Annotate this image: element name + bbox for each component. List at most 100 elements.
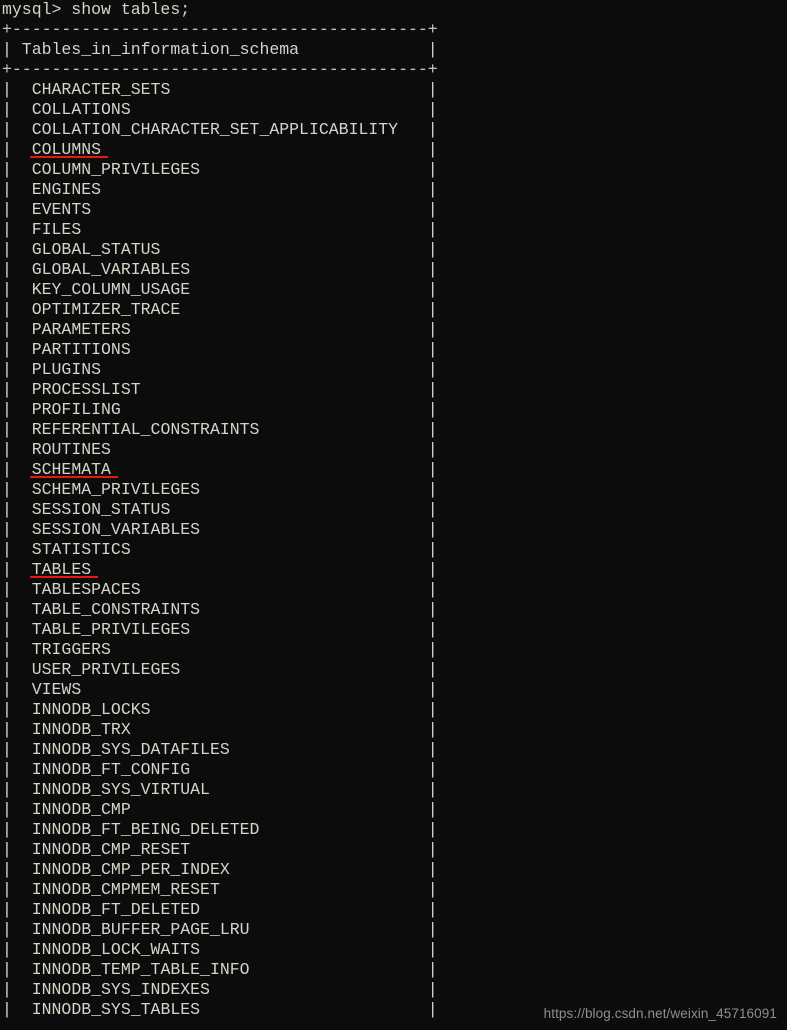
row-table-name: TABLE_PRIVILEGES xyxy=(31,620,191,639)
row-cell: INNODB_FT_BEING_DELETED xyxy=(32,820,260,839)
row-cell: PROFILING xyxy=(32,400,121,419)
table-row: | TABLESPACES | xyxy=(0,580,787,600)
row-right-border: | xyxy=(190,760,438,779)
row-right-border: | xyxy=(229,860,438,879)
table-row: | INNODB_FT_CONFIG | xyxy=(0,760,787,780)
row-left-border: | xyxy=(2,740,32,759)
table-row: | COLLATION_CHARACTER_SET_APPLICABILITY … xyxy=(0,120,787,140)
row-table-name: INNODB_CMPMEM_RESET xyxy=(31,880,220,899)
row-table-name: COLLATION_CHARACTER_SET_APPLICABILITY xyxy=(31,120,399,139)
row-table-name: INNODB_SYS_TABLES xyxy=(31,1000,201,1019)
row-left-border: | xyxy=(2,940,32,959)
row-table-name: INNODB_LOCKS xyxy=(31,700,151,719)
row-right-border: | xyxy=(200,900,438,919)
row-cell: GLOBAL_VARIABLES xyxy=(32,260,190,279)
row-table-name: GLOBAL_VARIABLES xyxy=(31,260,191,279)
red-underline-annotation xyxy=(29,156,109,158)
row-table-name: TABLESPACES xyxy=(31,580,141,599)
row-left-border: | xyxy=(2,400,32,419)
red-underline-annotation xyxy=(29,476,118,478)
table-row: | ENGINES | xyxy=(0,180,787,200)
table-row: | OPTIMIZER_TRACE | xyxy=(0,300,787,320)
row-right-border: | xyxy=(130,320,438,339)
row-left-border: | xyxy=(2,280,32,299)
row-right-border: | xyxy=(130,720,438,739)
row-left-border: | xyxy=(2,620,32,639)
row-table-name: INNODB_LOCK_WAITS xyxy=(31,940,201,959)
row-left-border: | xyxy=(2,960,32,979)
row-left-border: | xyxy=(2,380,32,399)
row-right-border: | xyxy=(91,560,438,579)
row-left-border: | xyxy=(2,860,32,879)
row-right-border: | xyxy=(249,960,438,979)
row-left-border: | xyxy=(2,300,32,319)
row-table-name: SESSION_VARIABLES xyxy=(31,520,201,539)
row-table-name: ENGINES xyxy=(31,180,102,199)
row-cell: PARTITIONS xyxy=(32,340,131,359)
row-table-name: INNODB_FT_DELETED xyxy=(31,900,201,919)
row-cell: TABLE_PRIVILEGES xyxy=(32,620,190,639)
row-cell: COLLATIONS xyxy=(32,100,131,119)
row-table-name: OPTIMIZER_TRACE xyxy=(31,300,181,319)
row-right-border: | xyxy=(130,540,438,559)
table-row: | PROCESSLIST | xyxy=(0,380,787,400)
row-left-border: | xyxy=(2,660,32,679)
row-table-name: PARAMETERS xyxy=(31,320,131,339)
row-right-border: | xyxy=(200,160,438,179)
row-cell: INNODB_SYS_VIRTUAL xyxy=(32,780,210,799)
row-table-name: TABLE_CONSTRAINTS xyxy=(31,600,201,619)
table-row: | SCHEMATA | xyxy=(0,460,787,480)
row-left-border: | xyxy=(2,80,32,99)
row-cell: SCHEMATA xyxy=(29,460,118,479)
row-table-name: COLLATIONS xyxy=(31,100,131,119)
row-right-border: | xyxy=(249,920,438,939)
row-left-border: | xyxy=(2,720,32,739)
row-cell: CHARACTER_SETS xyxy=(32,80,171,99)
row-left-border: | xyxy=(2,680,32,699)
row-cell: COLLATION_CHARACTER_SET_APPLICABILITY xyxy=(32,120,398,139)
row-right-border: | xyxy=(200,600,438,619)
row-table-name: PLUGINS xyxy=(31,360,102,379)
table-column-header: | Tables_in_information_schema | xyxy=(2,40,438,59)
row-cell: EVENTS xyxy=(32,200,91,219)
row-table-name: USER_PRIVILEGES xyxy=(31,660,181,679)
table-row: | GLOBAL_VARIABLES | xyxy=(0,260,787,280)
row-left-border: | xyxy=(2,160,32,179)
table-row: | INNODB_CMPMEM_RESET | xyxy=(0,880,787,900)
row-right-border: | xyxy=(180,300,438,319)
row-right-border: | xyxy=(200,520,438,539)
table-row: | GLOBAL_STATUS | xyxy=(0,240,787,260)
row-right-border: | xyxy=(140,580,438,599)
table-row: | INNODB_SYS_INDEXES | xyxy=(0,980,787,1000)
row-cell: INNODB_LOCK_WAITS xyxy=(32,940,200,959)
row-left-border: | xyxy=(2,880,32,899)
table-row: | COLUMNS | xyxy=(0,140,787,160)
row-table-name: FILES xyxy=(31,220,82,239)
row-right-border: | xyxy=(120,400,438,419)
row-right-border: | xyxy=(190,260,438,279)
row-table-name: INNODB_BUFFER_PAGE_LRU xyxy=(31,920,250,939)
table-row: | CHARACTER_SETS | xyxy=(0,80,787,100)
row-table-name: INNODB_CMP xyxy=(31,800,131,819)
row-right-border: | xyxy=(110,460,438,479)
table-rows: | CHARACTER_SETS | | COLLATIONS | | COLLAT… xyxy=(0,80,787,1020)
table-row: | TABLE_PRIVILEGES | xyxy=(0,620,787,640)
row-table-name: KEY_COLUMN_USAGE xyxy=(31,280,191,299)
table-row: | EVENTS | xyxy=(0,200,787,220)
row-cell: INNODB_TRX xyxy=(32,720,131,739)
row-cell: INNODB_SYS_INDEXES xyxy=(32,980,210,999)
row-cell: ROUTINES xyxy=(32,440,111,459)
row-right-border: | xyxy=(190,620,438,639)
row-cell: PARAMETERS xyxy=(32,320,131,339)
row-table-name: INNODB_SYS_VIRTUAL xyxy=(31,780,210,799)
row-right-border: | xyxy=(160,240,438,259)
table-row: | PARTITIONS | xyxy=(0,340,787,360)
row-cell: INNODB_CMPMEM_RESET xyxy=(32,880,220,899)
table-row: | INNODB_BUFFER_PAGE_LRU | xyxy=(0,920,787,940)
table-row: | SESSION_STATUS | xyxy=(0,500,787,520)
table-row: | USER_PRIVILEGES | xyxy=(0,660,787,680)
row-right-border: | xyxy=(150,700,438,719)
row-right-border: | xyxy=(110,640,438,659)
row-cell: INNODB_SYS_DATAFILES xyxy=(32,740,230,759)
table-row: | INNODB_CMP_RESET | xyxy=(0,840,787,860)
